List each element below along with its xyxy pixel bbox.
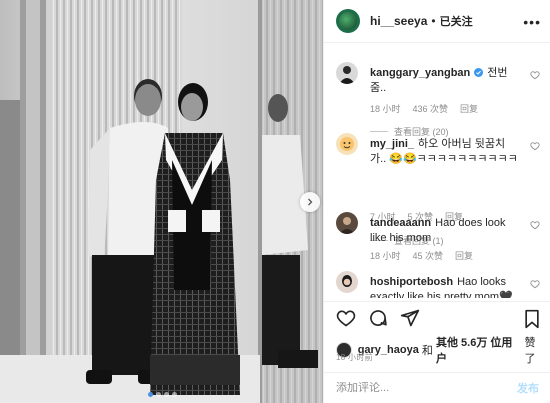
comment-meta: 18 小时 45 次赞 回复	[370, 249, 473, 262]
comment-body: tandeaaann Hao does look like his mom	[370, 216, 518, 246]
comment-like-heart-icon[interactable]	[530, 70, 540, 80]
header-separator: •	[431, 14, 436, 28]
carousel-next-button[interactable]	[300, 192, 320, 212]
heart-icon[interactable]	[336, 308, 356, 328]
bookmark-icon[interactable]	[523, 309, 541, 329]
comment-time: 18 小时	[370, 251, 401, 261]
likes-and: 和	[421, 345, 433, 357]
comment-avatar[interactable]	[336, 62, 358, 84]
follow-status-button[interactable]: 已关注	[440, 13, 473, 29]
comment-reply-button[interactable]: 回复	[455, 249, 473, 262]
comment-like-heart-icon[interactable]	[530, 279, 540, 289]
comments-list[interactable]: kanggary_yangban 전번줌.. 18 小时 436 次赞 回复 查看…	[324, 44, 550, 298]
more-dots-icon[interactable]: •••	[523, 14, 541, 30]
comment-icon[interactable]	[368, 308, 388, 328]
comment-likes-count[interactable]: 45 次赞	[413, 249, 444, 262]
chevron-right-icon	[308, 198, 313, 206]
comment-like-heart-icon[interactable]	[530, 220, 540, 230]
comment-time: 18 小时	[370, 104, 401, 114]
post-comment-button[interactable]: 发布	[517, 380, 539, 396]
comment-username[interactable]: kanggary_yangban	[370, 67, 470, 79]
author-username[interactable]: hi__seeya	[370, 14, 427, 28]
comment-avatar[interactable]	[336, 212, 358, 234]
likes-others-link[interactable]: 其他 5.6万 位用户	[436, 334, 521, 366]
carousel-dot-2	[156, 392, 161, 397]
comment-username[interactable]: my_jini_	[370, 138, 414, 150]
comment-like-heart-icon[interactable]	[530, 141, 540, 151]
likes-suffix: 赞了	[524, 337, 536, 365]
carousel-dot-4	[172, 392, 177, 397]
comment-likes-count[interactable]: 436 次赞	[413, 102, 449, 115]
comment-body: kanggary_yangban 전번줌..	[370, 66, 518, 96]
verified-badge-icon	[474, 68, 484, 77]
post-timestamp: 18 小时前	[336, 353, 373, 362]
comment-avatar[interactable]	[336, 271, 358, 293]
comment-reply-button[interactable]: 回复	[460, 102, 478, 115]
post-header: hi__seeya • 已关注 •••	[324, 0, 550, 43]
carousel-dot-1	[148, 392, 153, 397]
comment-body: my_jini_ 하오 아버님 뒷꿈치가.. 😂😂ㅋㅋㅋㅋㅋㅋㅋㅋㅋㅋ	[370, 137, 518, 167]
photo-scene	[0, 0, 323, 403]
add-comment-bar: 发布	[324, 372, 550, 403]
comment-body: hoshiportebosh Hao looks exactly like his…	[370, 275, 518, 298]
post-photo[interactable]	[0, 0, 323, 403]
comment-username[interactable]: hoshiportebosh	[370, 276, 453, 288]
carousel-dots	[148, 392, 177, 397]
post-panel: hi__seeya • 已关注 ••• kanggary_yangban 전번줌.…	[323, 0, 550, 403]
author-avatar[interactable]	[336, 9, 360, 33]
add-comment-input[interactable]	[336, 382, 517, 394]
comment-avatar[interactable]	[336, 133, 358, 155]
post-action-bar	[324, 301, 550, 335]
comment-username[interactable]: tandeaaann	[370, 217, 431, 229]
comment-meta: 18 小时 436 次赞 回复	[370, 102, 478, 115]
share-icon[interactable]	[400, 308, 420, 328]
carousel-dot-3	[164, 392, 169, 397]
